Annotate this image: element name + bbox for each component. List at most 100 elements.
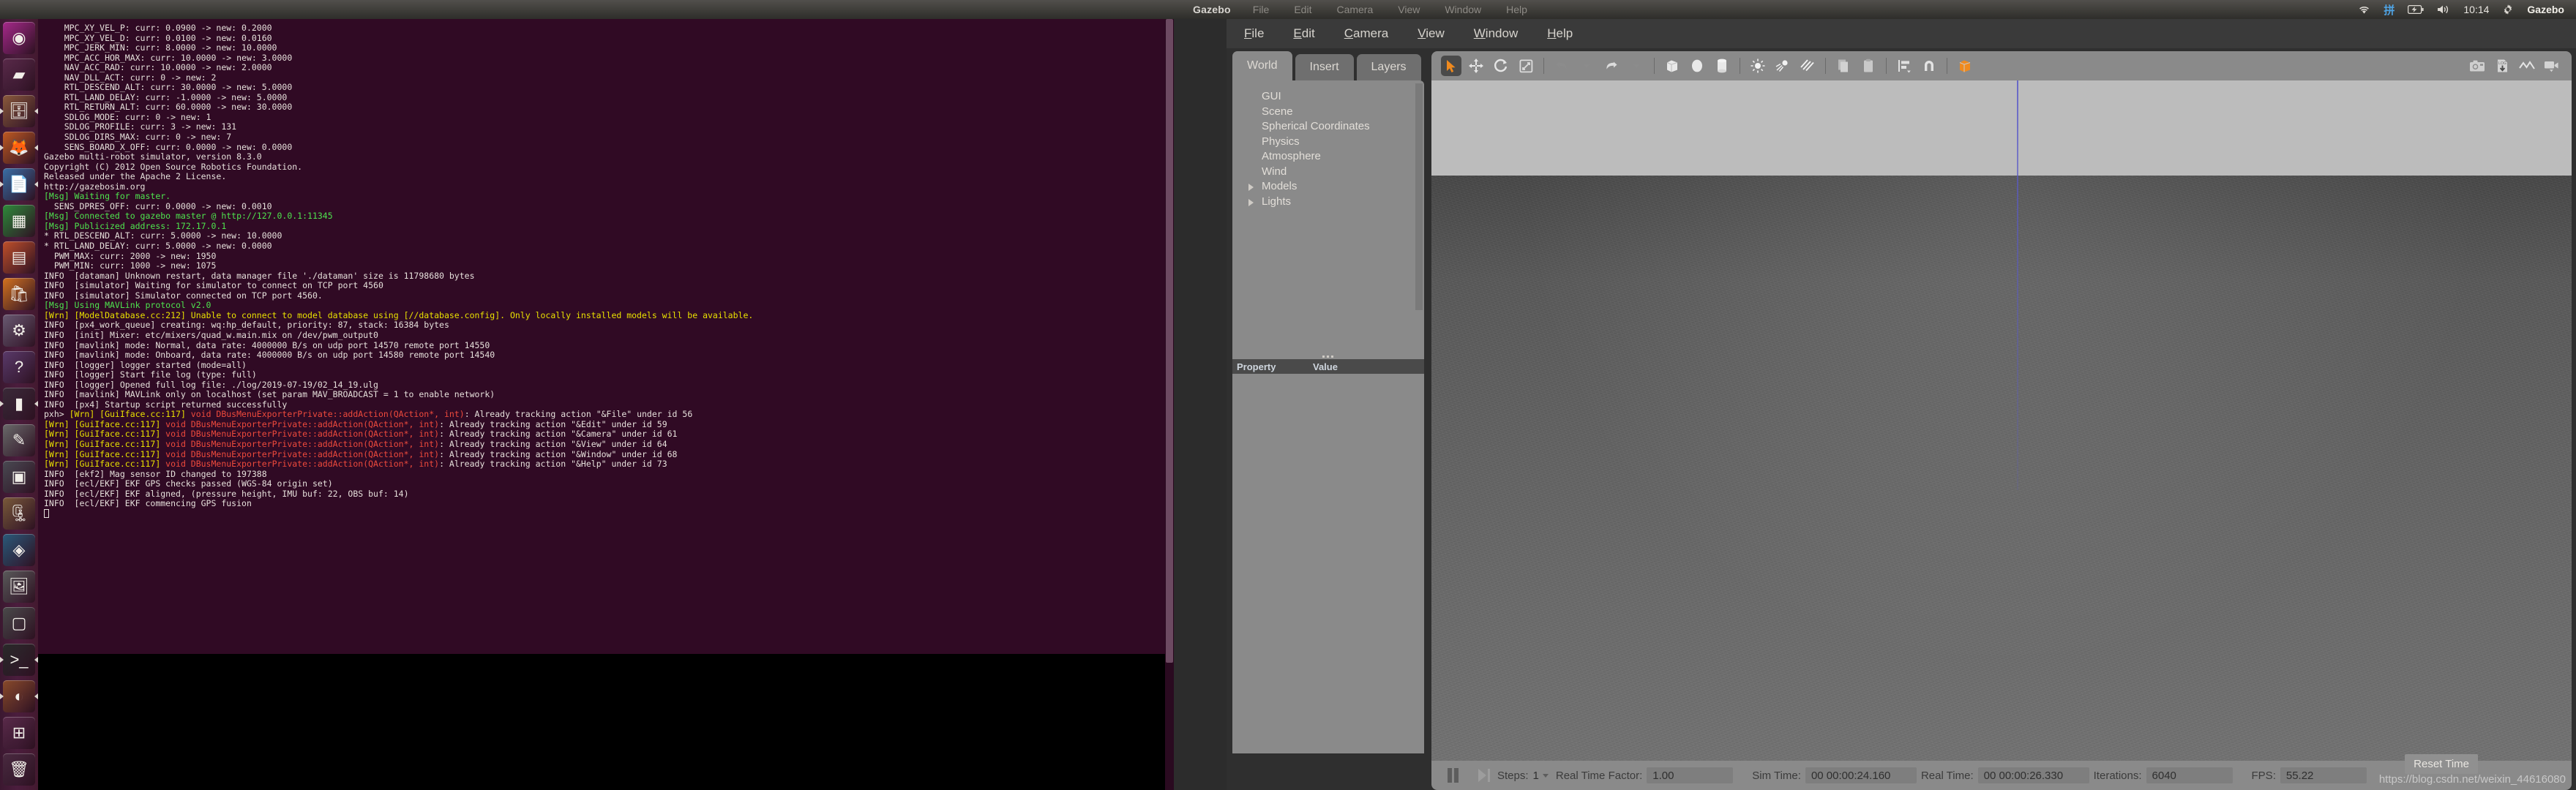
menu-window[interactable]: Window <box>1474 26 1518 41</box>
launcher-item-trash[interactable]: 🗑 <box>3 753 35 786</box>
panel-splitter[interactable] <box>1232 353 1424 359</box>
global-menu-camera[interactable]: Camera <box>1336 4 1373 15</box>
launcher-item-ubuntu-software[interactable]: 🛍 <box>3 278 35 310</box>
launcher-item-text-editor[interactable]: ✎ <box>3 424 35 456</box>
unity-launcher[interactable]: ◉ ▰ 🗄 🦊 📄 ▦ ▤ 🛍 ⚙? ▮ ✎ ▣ 🗜 ◈ 🖼 ▢ >_ ◐ ⊞ 🗑 <box>0 19 38 790</box>
gear-icon[interactable] <box>2502 4 2514 15</box>
steps-value[interactable]: 1 <box>1533 770 1539 782</box>
menu-file[interactable]: File <box>1244 26 1264 41</box>
world-tree-item-gui[interactable]: GUI <box>1250 89 1424 105</box>
world-tree-item-lights[interactable]: Lights <box>1248 195 1424 210</box>
rotate-mode-icon[interactable] <box>1491 56 1511 76</box>
launcher-item-screenshot-tool[interactable]: ▢ <box>3 607 35 639</box>
screenshot-icon[interactable] <box>2467 56 2487 76</box>
gazebo-menubar[interactable]: File Edit Camera View Window Help <box>1227 19 2576 48</box>
sim-time-value: 00 00:00:24.160 <box>1805 767 1917 783</box>
scale-mode-icon[interactable] <box>1516 56 1536 76</box>
gazebo-panel-tabs[interactable]: World Insert Layers <box>1232 51 1424 80</box>
menu-camera[interactable]: Camera <box>1344 26 1388 41</box>
menu-view[interactable]: View <box>1418 26 1445 41</box>
menu-help[interactable]: Help <box>1547 26 1573 41</box>
world-tree-item-spherical-coordinates[interactable]: Spherical Coordinates <box>1250 119 1424 135</box>
world-tree-item-scene[interactable]: Scene <box>1250 105 1424 120</box>
snap-icon[interactable] <box>1919 56 1939 76</box>
launcher-item-terminal[interactable]: ▮ <box>0 388 38 420</box>
launcher-item-workspace-switcher[interactable]: ⊞ <box>3 717 35 749</box>
clock[interactable]: 10:14 <box>2463 4 2489 15</box>
apply-material-icon[interactable] <box>1955 56 1975 76</box>
redo-icon[interactable] <box>1601 56 1622 76</box>
gazebo-render-toolbar[interactable]: LOG <box>1431 51 2572 80</box>
wifi-icon[interactable] <box>2358 4 2370 15</box>
fps-value: 55.22 <box>2280 767 2367 783</box>
world-tree[interactable]: GUI Scene Spherical Coordinates Physics Atmo… <box>1232 80 1424 313</box>
log-download-icon[interactable]: LOG <box>2492 56 2512 76</box>
global-menu-file[interactable]: File <box>1253 4 1270 15</box>
global-menu-window[interactable]: Window <box>1445 4 1481 15</box>
align-icon[interactable] <box>1894 56 1914 76</box>
paste-icon[interactable] <box>1858 56 1879 76</box>
battery-icon[interactable] <box>2408 5 2424 14</box>
top-panel-app-title: Gazebo <box>1193 4 1231 15</box>
world-tree-item-atmosphere[interactable]: Atmosphere <box>1250 149 1424 165</box>
undo-icon[interactable] <box>1551 56 1572 76</box>
terminal-scrollbar[interactable] <box>1165 19 1174 790</box>
world-tree-item-models[interactable]: Models <box>1248 179 1424 195</box>
launcher-item-terminal-2[interactable]: >_ <box>0 644 38 676</box>
world-tree-item-wind[interactable]: Wind <box>1250 165 1424 180</box>
input-method-icon[interactable]: 拼 <box>2384 2 2395 18</box>
gazebo-window[interactable]: File Edit Camera View Window Help World … <box>1227 19 2576 790</box>
insert-cylinder-icon[interactable] <box>1712 56 1732 76</box>
top-panel-global-menu[interactable]: File Edit Camera View Window Help <box>1253 4 1527 15</box>
launcher-item-help[interactable]: ? <box>3 351 35 383</box>
launcher-item-ubuntu-dash[interactable]: ◉ <box>3 22 35 54</box>
tab-insert[interactable]: Insert <box>1295 54 1354 80</box>
launcher-item-libreoffice-writer[interactable]: 📄 <box>0 168 38 200</box>
pause-icon[interactable] <box>1448 768 1464 783</box>
world-tree-item-physics[interactable]: Physics <box>1250 135 1424 150</box>
global-menu-edit[interactable]: Edit <box>1294 4 1311 15</box>
property-table-body[interactable] <box>1232 374 1424 753</box>
launcher-item-files-ribbon[interactable]: ▰ <box>3 59 35 91</box>
tab-layers[interactable]: Layers <box>1356 54 1421 80</box>
spot-light-icon[interactable] <box>1772 56 1793 76</box>
translate-mode-icon[interactable] <box>1466 56 1486 76</box>
point-light-icon[interactable] <box>1748 56 1768 76</box>
global-menu-help[interactable]: Help <box>1506 4 1527 15</box>
running-indicator-left <box>0 181 4 187</box>
terminal-line: INFO [simulator] Waiting for simulator t… <box>44 280 383 291</box>
insert-sphere-icon[interactable] <box>1687 56 1707 76</box>
redo-dropdown-icon[interactable] <box>1626 56 1647 76</box>
video-record-icon[interactable] <box>2542 56 2562 76</box>
launcher-item-gazebo[interactable]: ◐ <box>0 680 38 712</box>
launcher-item-file-manager[interactable]: 🗄 <box>0 95 38 127</box>
reset-time-button[interactable]: Reset Time <box>2405 754 2478 774</box>
tab-world[interactable]: World <box>1232 51 1292 80</box>
plot-icon[interactable] <box>2517 56 2537 76</box>
volume-icon[interactable] <box>2437 4 2450 15</box>
launcher-item-settings[interactable]: ⚙ <box>3 315 35 347</box>
chevron-right-icon[interactable] <box>1248 198 1254 206</box>
steps-dropdown-icon[interactable] <box>1542 773 1549 778</box>
launcher-item-qgroundcontrol[interactable]: ◈ <box>3 534 35 566</box>
terminal-scrollbar-thumb[interactable] <box>1166 19 1173 663</box>
launcher-item-libreoffice-calc[interactable]: ▦ <box>3 205 35 237</box>
undo-dropdown-icon[interactable] <box>1576 56 1597 76</box>
gazebo-icon: ◐ <box>14 687 24 705</box>
copy-icon[interactable] <box>1833 56 1854 76</box>
step-forward-icon[interactable] <box>1478 769 1490 782</box>
insert-box-icon[interactable] <box>1662 56 1682 76</box>
launcher-item-image-viewer[interactable]: 🖼 <box>3 571 35 603</box>
launcher-item-firefox[interactable]: 🦊 <box>0 132 38 164</box>
launcher-item-calculator[interactable]: ▣ <box>3 461 35 493</box>
global-menu-view[interactable]: View <box>1398 4 1420 15</box>
gazebo-3d-viewport[interactable] <box>1431 80 2572 761</box>
chevron-right-icon[interactable] <box>1248 184 1254 191</box>
select-mode-icon[interactable] <box>1441 56 1461 76</box>
terminal-window[interactable]: MPC_XY_VEL_P: curr: 0.0900 -> new: 0.200… <box>38 19 1174 790</box>
directional-light-icon[interactable] <box>1797 56 1818 76</box>
menu-edit[interactable]: Edit <box>1293 26 1314 41</box>
launcher-item-libreoffice-impress[interactable]: ▤ <box>3 241 35 274</box>
launcher-item-archive-manager[interactable]: 🗜 <box>3 497 35 530</box>
ubuntu-software-icon: 🛍 <box>9 285 29 303</box>
